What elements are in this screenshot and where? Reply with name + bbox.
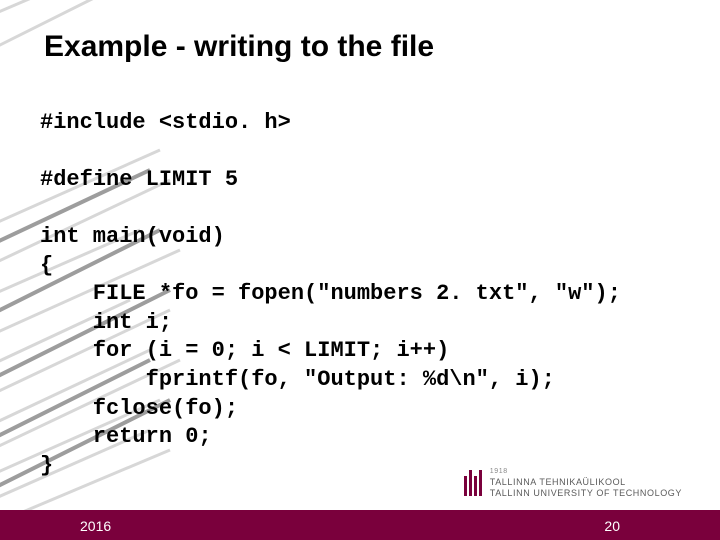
footer-page-number: 20 [604, 518, 620, 534]
footer-bar: 2016 20 [0, 510, 720, 540]
slide: Example - writing to the file #include <… [0, 0, 720, 540]
logo-founding-year: 1918 [490, 468, 682, 476]
code-line: { [40, 253, 53, 278]
code-line: fprintf(fo, "Output: %d\n", i); [40, 367, 555, 392]
logo-text: 1918 TALLINNA TEHNIKAÜLIKOOL TALLINN UNI… [490, 468, 682, 498]
code-line: #define LIMIT 5 [40, 167, 238, 192]
code-line: } [40, 453, 53, 478]
code-line: FILE *fo = fopen("numbers 2. txt", "w"); [40, 281, 621, 306]
code-line: for (i = 0; i < LIMIT; i++) [40, 338, 449, 363]
code-line: #include <stdio. h> [40, 110, 291, 135]
code-line: return 0; [40, 424, 212, 449]
university-logo: 1918 TALLINNA TEHNIKAÜLIKOOL TALLINN UNI… [464, 468, 682, 498]
logo-line1: TALLINNA TEHNIKAÜLIKOOL [490, 477, 682, 487]
footer-year: 2016 [80, 518, 111, 534]
code-line: fclose(fo); [40, 396, 238, 421]
code-line: int i; [40, 310, 172, 335]
logo-bars-icon [464, 470, 482, 496]
code-block: #include <stdio. h> #define LIMIT 5 int … [40, 80, 690, 480]
slide-title: Example - writing to the file [44, 30, 690, 64]
code-line: int main(void) [40, 224, 225, 249]
logo-line2: TALLINN UNIVERSITY OF TECHNOLOGY [490, 488, 682, 498]
